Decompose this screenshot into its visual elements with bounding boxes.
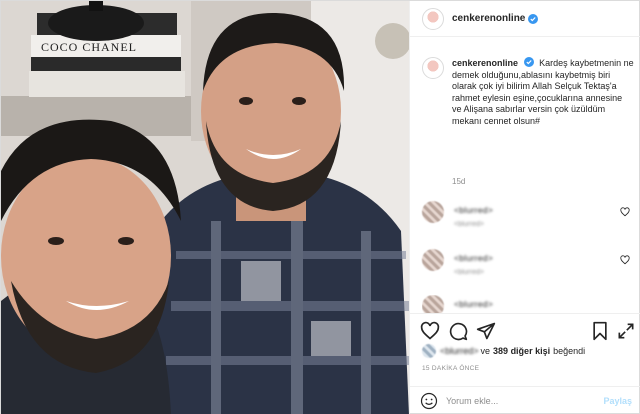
add-comment-bar: Paylaş [410,386,640,414]
comment-meta: <blurred> [454,269,484,276]
comment-button[interactable] [448,321,468,341]
liker-avatar[interactable] [422,344,436,358]
likes-and: ve [480,346,491,356]
caption-username[interactable]: cenkerenonline [452,58,518,68]
book-spine-text: COCO CHANEL [41,40,137,54]
caption-text: Kardeş kaybetmenin ne demek olduğunu,abl… [452,58,634,126]
heart-icon [420,321,440,340]
comment-input[interactable] [446,396,596,406]
post-sidebar: cenkerenonline cenkerenonline Kardeş kay… [409,1,640,414]
post-caption: cenkerenonline Kardeş kaybetmenin ne dem… [422,57,634,127]
comment-text: <blurred> [454,299,494,309]
post-comment-button[interactable]: Paylaş [603,396,632,406]
profile-avatar[interactable] [422,7,444,30]
expand-arrows-icon [618,323,634,339]
expand-button[interactable] [616,321,636,341]
comment-item: <blurred> [422,295,632,313]
comment-text: <blurred> [454,253,494,263]
emoji-smiley-icon[interactable] [420,392,438,410]
bookmark-icon [593,321,607,341]
caption-age: 15d [452,177,466,186]
comment-text: <blurred> [454,205,494,215]
caption-avatar[interactable] [422,57,444,79]
post-photo[interactable]: COCO CHANEL [1,1,409,414]
comment-avatar[interactable] [422,249,444,271]
liker-name[interactable]: <blurred> [440,346,479,356]
comment-avatar[interactable] [422,201,444,223]
verified-badge-icon [528,13,539,24]
likes-count[interactable]: 389 diğer kişi [493,346,550,356]
comment-item: <blurred> <blurred> [422,249,632,289]
save-button[interactable] [590,321,610,341]
likes-liked: beğendi [553,346,586,356]
verified-badge-icon [523,57,534,67]
comment-avatar[interactable] [422,295,444,313]
likes-summary: <blurred> ve 389 diğer kişi beğendi [422,344,585,358]
comment-meta: <blurred> [454,221,484,228]
paper-plane-icon [476,322,496,340]
like-button[interactable] [420,321,440,341]
post-timestamp[interactable]: 15 DAKİKA ÖNCE [422,365,479,372]
comment-item: <blurred> <blurred> [422,201,632,241]
instagram-post: COCO CHANEL cenkerenonline cenkerenonlin… [0,0,640,414]
post-header: cenkerenonline [410,1,640,37]
heart-icon[interactable] [620,255,630,265]
header-username[interactable]: cenkerenonline [452,13,525,24]
share-button[interactable] [476,321,496,341]
heart-icon[interactable] [620,207,630,217]
selfie-image: COCO CHANEL [1,1,409,414]
comment-bubble-icon [449,322,468,341]
